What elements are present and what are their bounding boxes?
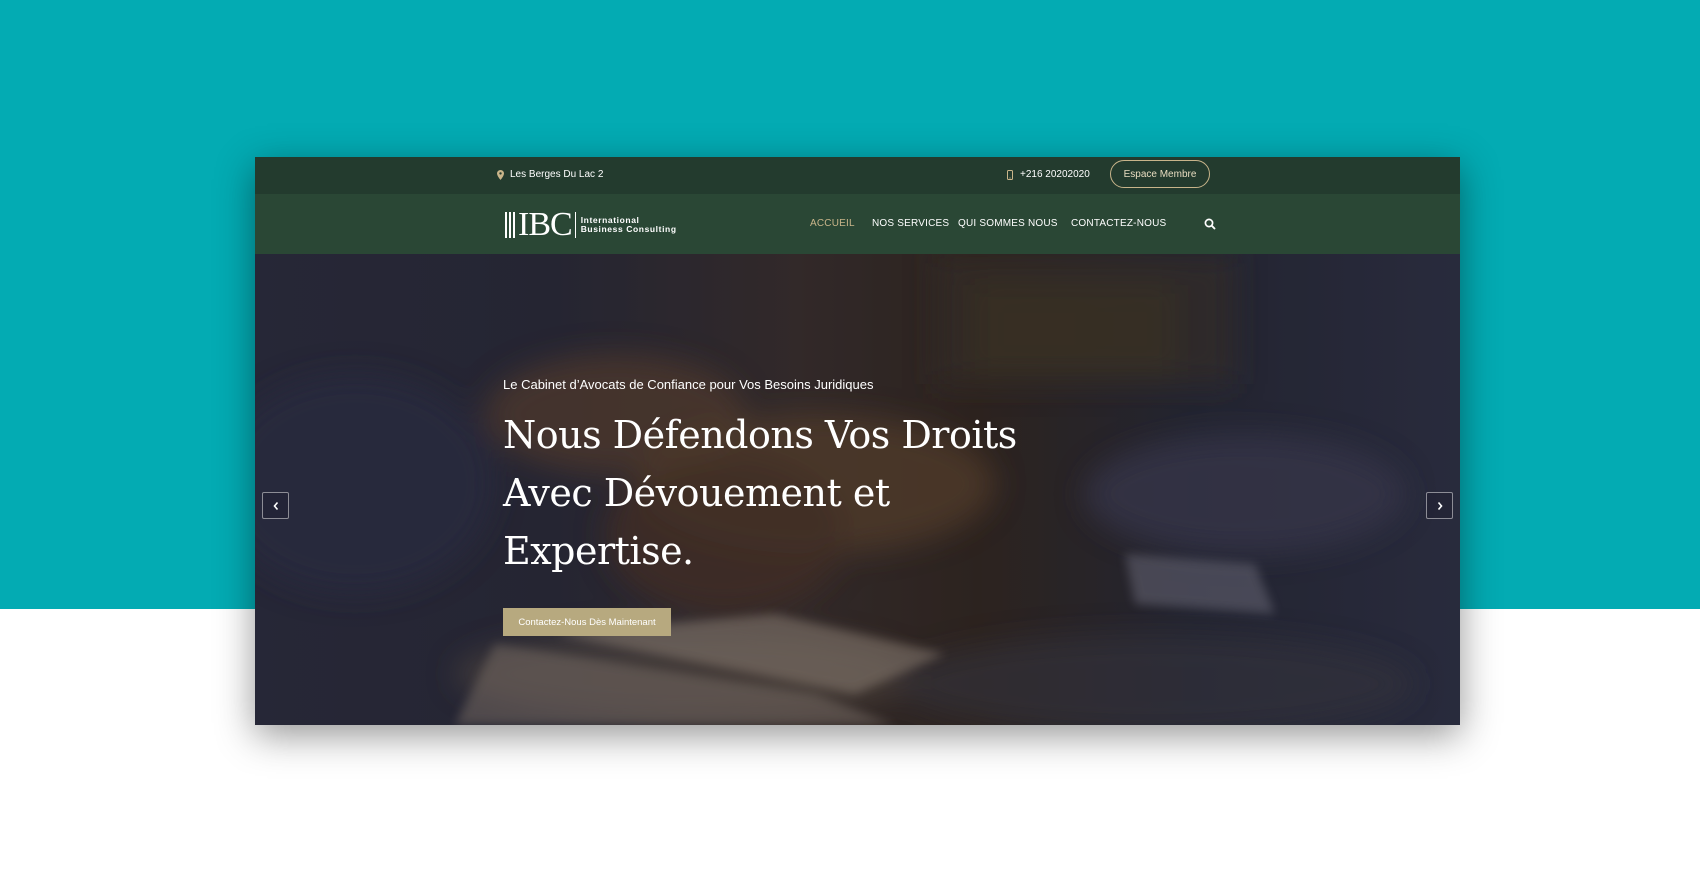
nav-item-nos-services[interactable]: NOS SERVICES xyxy=(872,218,949,229)
contact-now-button[interactable]: Contactez-Nous Dès Maintenant xyxy=(503,608,671,636)
phone-icon xyxy=(1007,169,1013,180)
logo-divider xyxy=(574,212,576,238)
phone-text[interactable]: +216 20202020 xyxy=(1020,169,1090,180)
ibc-logo[interactable]: IBC International Business Consulting xyxy=(505,208,677,242)
phone-info: +216 20202020 xyxy=(1007,169,1090,180)
nav-item-accueil[interactable]: ACCUEIL xyxy=(810,218,855,229)
logo-line-2: Business Consulting xyxy=(580,224,677,234)
slider-next-button[interactable] xyxy=(1426,492,1453,519)
hero-headline: Nous Défendons Vos Droits Avec Dévouemen… xyxy=(503,413,1017,573)
map-pin-icon xyxy=(497,169,504,180)
logo-columns-icon xyxy=(505,212,515,238)
logo-mark: IBC xyxy=(518,206,573,243)
nav-item-qui-sommes-nous[interactable]: QUI SOMMES NOUS xyxy=(958,218,1058,229)
chevron-left-icon xyxy=(272,501,278,510)
hero-subtitle: Le Cabinet d’Avocats de Confiance pour V… xyxy=(503,377,874,392)
location-text: Les Berges Du Lac 2 xyxy=(510,169,604,180)
main-navbar: IBC International Business Consulting AC… xyxy=(255,194,1460,254)
slider-prev-button[interactable] xyxy=(262,492,289,519)
search-icon[interactable] xyxy=(1203,217,1217,231)
location-info: Les Berges Du Lac 2 xyxy=(497,169,603,180)
website-screenshot: Les Berges Du Lac 2 +216 20202020 Espace… xyxy=(255,157,1460,725)
logo-text: International Business Consulting xyxy=(581,216,677,234)
hero-slider: Le Cabinet d’Avocats de Confiance pour V… xyxy=(255,254,1460,725)
member-area-button[interactable]: Espace Membre xyxy=(1110,160,1210,188)
chevron-right-icon xyxy=(1437,501,1443,510)
top-info-bar: Les Berges Du Lac 2 +216 20202020 Espace… xyxy=(255,157,1460,194)
nav-item-contactez-nous[interactable]: CONTACTEZ-NOUS xyxy=(1071,218,1166,229)
